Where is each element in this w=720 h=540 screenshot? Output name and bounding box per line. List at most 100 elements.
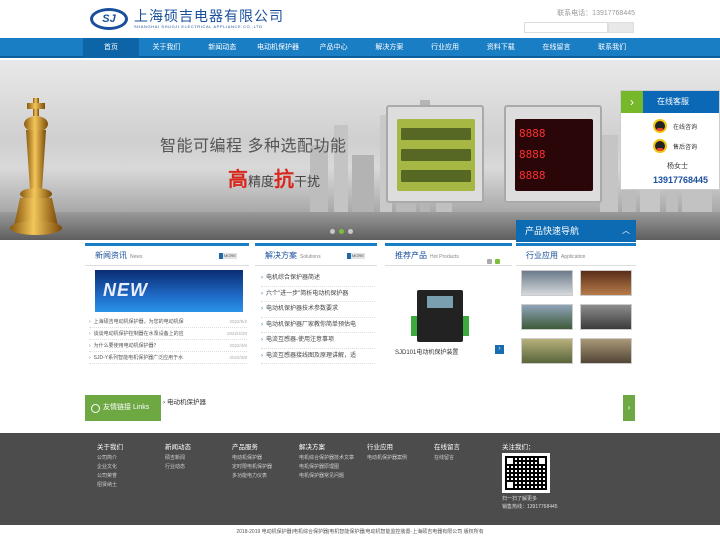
search-input[interactable] bbox=[524, 22, 608, 33]
friend-link[interactable]: › 电动机保护器 bbox=[163, 396, 206, 406]
solution-list-item[interactable]: › 电流互感器接线图及原理讲解，适 bbox=[261, 349, 375, 364]
friend-links-bar: 友情链接 Links › 电动机保护器 › bbox=[85, 395, 635, 421]
presale-qq-link[interactable]: 在线咨询 bbox=[653, 119, 719, 133]
nav-item[interactable]: 在线留言 bbox=[529, 38, 585, 58]
chevron-right-icon[interactable]: › bbox=[621, 91, 643, 113]
product-image[interactable] bbox=[395, 274, 475, 342]
slider-dots bbox=[330, 229, 353, 234]
power-meter-green-image bbox=[386, 105, 484, 203]
footer-column: 产品服务电动机保护器 定时限电机保护器 多功能电力仪表 bbox=[232, 441, 272, 481]
search-button[interactable] bbox=[608, 22, 634, 33]
news-date: 2022/5/2 bbox=[229, 319, 247, 324]
application-thumbnail[interactable] bbox=[521, 304, 573, 330]
nav-item[interactable]: 首页 bbox=[83, 38, 139, 58]
footer-link[interactable]: 在线留言 bbox=[434, 454, 460, 463]
online-service-panel: › 在线客服 在线咨询 售后咨询 杨女士 13917768445 bbox=[620, 90, 720, 190]
footer: 关于我们公司简介 企业文化 公司荣誉 招贤纳士 新闻动态硕吉新闻 行业动态 产品服务电动机保… bbox=[0, 433, 720, 525]
search-box bbox=[524, 22, 634, 33]
next-arrow-icon[interactable]: › bbox=[495, 345, 504, 354]
solutions-more-button[interactable]: MORE bbox=[347, 253, 365, 259]
banner-slogan-primary: 智能可编程 多种选配功能 bbox=[160, 138, 347, 155]
logo-mark-icon: SJ bbox=[90, 8, 128, 30]
banner-slogan-secondary: 高精度抗干扰 bbox=[228, 169, 321, 191]
news-panel: 新闻资讯 News MORE NEW › 上海硕吉电动机保护器，为您的电动机保 202… bbox=[85, 243, 249, 369]
news-list-item[interactable]: › SJD-Y系列智能电机保护器广泛应用于水 2022/3/8 bbox=[89, 352, 247, 364]
online-service-header[interactable]: › 在线客服 bbox=[621, 91, 719, 113]
news-list-item[interactable]: › 为什么要使用电动机保护器？ 2022/4/6 bbox=[89, 340, 247, 352]
footer-column: 在线留言 在线留言 bbox=[434, 441, 460, 463]
news-date: 2022/4/6 bbox=[229, 343, 247, 348]
friend-links-label: 友情链接 Links bbox=[85, 395, 161, 421]
application-thumbnail[interactable] bbox=[521, 338, 573, 364]
product-pager[interactable] bbox=[487, 259, 500, 264]
nav-item[interactable]: 行业应用 bbox=[417, 38, 473, 58]
news-more-button[interactable]: MORE bbox=[219, 253, 237, 259]
products-header: 推荐产品 Hot Products bbox=[385, 246, 512, 266]
hero-banner: 智能可编程 多种选配功能 高精度抗干扰 8888 8888 8888 bbox=[0, 60, 720, 240]
footer-column: 行业应用电动机保护器案例 bbox=[367, 441, 407, 463]
copyright-text: 2018-2019 电动机保护器|电机综合保护器|电机智能保护器|电动机智能监控… bbox=[0, 525, 720, 540]
footer-link[interactable]: 硕吉新闻 bbox=[165, 454, 191, 463]
solution-list-item[interactable]: › 电动机保护器厂家教你简单预估电 bbox=[261, 318, 375, 333]
solution-list-item[interactable]: › 六个"进一步"简析电动机保护器 bbox=[261, 287, 375, 302]
nav-item[interactable]: 电动机保护器 bbox=[250, 38, 306, 58]
qr-code-icon bbox=[502, 453, 550, 493]
footer-column-title[interactable]: 产品服务 bbox=[232, 441, 272, 451]
solution-list-item[interactable]: › 电动机保护器技术参数要求 bbox=[261, 302, 375, 318]
footer-column-title[interactable]: 行业应用 bbox=[367, 441, 407, 451]
nav-item[interactable]: 产品中心 bbox=[306, 38, 362, 58]
application-thumbnail[interactable] bbox=[580, 338, 632, 364]
contact-phone: 13917768445 bbox=[653, 175, 709, 185]
nav-item[interactable]: 关于我们 bbox=[139, 38, 195, 58]
product-quick-nav[interactable]: 产品快速导航 ︿ bbox=[516, 220, 636, 242]
nav-item[interactable]: 解决方案 bbox=[362, 38, 418, 58]
company-name-en: SHANGHAI SHUOJI ELECTRICAL APPLIANCE CO.… bbox=[134, 23, 263, 29]
aftersale-qq-link[interactable]: 售后咨询 bbox=[653, 139, 719, 153]
footer-link[interactable]: 电机综合保护器技术文章 bbox=[299, 454, 354, 463]
nav-item[interactable]: 资料下载 bbox=[473, 38, 529, 58]
footer-column-title[interactable]: 新闻动态 bbox=[165, 441, 191, 451]
news-list-item[interactable]: › 谈谈电动机保护控制器在水泵设备上的应 2022/4/20 bbox=[89, 328, 247, 340]
footer-link[interactable]: 多功能电力仪表 bbox=[232, 472, 272, 481]
footer-link[interactable]: 电动机保护器 bbox=[232, 454, 272, 463]
footer-link[interactable]: 电动机保护器案例 bbox=[367, 454, 407, 463]
header: SJ 上海硕吉电器有限公司 SHANGHAI SHUOJI ELECTRICAL… bbox=[0, 0, 720, 38]
footer-column-title[interactable]: 解决方案 bbox=[299, 441, 354, 451]
chevron-right-icon[interactable]: › bbox=[623, 395, 635, 421]
footer-link[interactable]: 公司荣誉 bbox=[97, 472, 123, 481]
application-thumbnail[interactable] bbox=[580, 270, 632, 296]
footer-link[interactable]: 电机保护器常见问题 bbox=[299, 472, 354, 481]
nav-item[interactable]: 联系我们 bbox=[584, 38, 640, 58]
applications-panel: 行业应用 Application bbox=[516, 243, 636, 369]
company-logo[interactable]: SJ 上海硕吉电器有限公司 SHANGHAI SHUOJI ELECTRICAL… bbox=[90, 5, 300, 33]
footer-link[interactable]: 行业动态 bbox=[165, 463, 191, 472]
news-date: 2022/4/20 bbox=[226, 331, 247, 336]
solution-list-item[interactable]: › 电机综合保护器简述 bbox=[261, 271, 375, 287]
product-caption[interactable]: SJD101电动机保护装置 bbox=[395, 347, 458, 356]
footer-link[interactable]: 电机保护器原理图 bbox=[299, 463, 354, 472]
application-thumbnail[interactable] bbox=[580, 304, 632, 330]
footer-column-title[interactable]: 关于我们 bbox=[97, 441, 123, 451]
news-banner-image[interactable]: NEW bbox=[95, 270, 243, 312]
qq-icon bbox=[653, 119, 667, 133]
slider-dot-active[interactable] bbox=[339, 229, 344, 234]
solution-list-item[interactable]: › 电流互感器-使用注意事项 bbox=[261, 333, 375, 349]
footer-link[interactable]: 公司简介 bbox=[97, 454, 123, 463]
footer-link[interactable]: 企业文化 bbox=[97, 463, 123, 472]
footer-column-title[interactable]: 在线留言 bbox=[434, 441, 460, 451]
applications-header: 行业应用 Application bbox=[516, 246, 636, 266]
slider-dot[interactable] bbox=[330, 229, 335, 234]
news-list-item[interactable]: › 上海硕吉电动机保护器，为您的电动机保 2022/5/2 bbox=[89, 316, 247, 328]
footer-column: 新闻动态硕吉新闻 行业动态 bbox=[165, 441, 191, 472]
footer-link[interactable]: 定时限电机保护器 bbox=[232, 463, 272, 472]
slider-dot[interactable] bbox=[348, 229, 353, 234]
hotline-text: 联系电话：13917768445 bbox=[557, 10, 635, 17]
qq-icon bbox=[653, 139, 667, 153]
footer-link[interactable]: 招贤纳士 bbox=[97, 481, 123, 490]
nav-item[interactable]: 新闻动态 bbox=[194, 38, 250, 58]
application-thumbnail[interactable] bbox=[521, 270, 573, 296]
news-date: 2022/3/8 bbox=[229, 355, 247, 360]
power-meter-red-image: 8888 8888 8888 bbox=[504, 105, 602, 203]
footer-column: 关于我们公司简介 企业文化 公司荣誉 招贤纳士 bbox=[97, 441, 123, 490]
page: SJ 上海硕吉电器有限公司 SHANGHAI SHUOJI ELECTRICAL… bbox=[0, 0, 720, 540]
